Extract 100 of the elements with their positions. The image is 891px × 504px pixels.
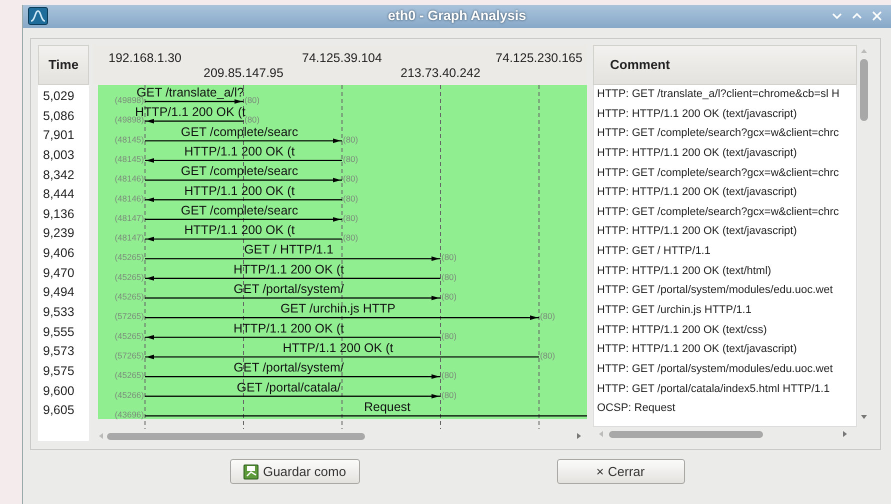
- scroll-right-icon[interactable]: [575, 432, 583, 440]
- message-label: GET /portal/system/: [234, 282, 344, 296]
- save-as-button[interactable]: Guardar como: [230, 459, 360, 484]
- time-value: 9,406: [43, 246, 74, 260]
- time-value: 9,533: [43, 305, 74, 320]
- time-value: 9,605: [43, 403, 74, 418]
- port-label: (48145): [114, 154, 144, 164]
- comment-text: OCSP: Request: [597, 402, 676, 414]
- message-label: HTTP/1.1 200 OK (t: [184, 223, 295, 238]
- message-label: GET / HTTP/1.1: [244, 242, 334, 257]
- time-value: 9,239: [43, 226, 74, 240]
- column-header[interactable]: Comment: [593, 45, 857, 85]
- port-label: (80): [244, 95, 260, 105]
- comment-text: HTTP: HTTP/1.1 200 OK (text/javascript): [597, 225, 797, 238]
- message-label: GET /complete/searc: [180, 203, 298, 218]
- scrollbar-thumb[interactable]: [107, 433, 365, 440]
- close-button[interactable]: × Cerrar: [556, 459, 684, 484]
- port-label: (80): [442, 252, 457, 262]
- port-label: (45265): [114, 252, 144, 262]
- message-label: GET /complete/searc: [180, 124, 298, 139]
- time-value: 9,573: [43, 344, 74, 358]
- port-label: (45265): [114, 272, 144, 282]
- port-label: (48145): [114, 134, 144, 144]
- column-header[interactable]: Time: [38, 45, 89, 85]
- time-value: 9,575: [43, 364, 74, 378]
- port-label: (80): [442, 330, 457, 341]
- message-label: Request: [364, 400, 411, 414]
- port-label: (80): [244, 114, 260, 125]
- time-value: 8,003: [43, 148, 74, 162]
- message-label: HTTP/1.1 200 OK (t: [234, 262, 344, 276]
- node-address: 192.168.1.30: [108, 51, 182, 65]
- node-address: 209.85.147.95: [204, 66, 284, 80]
- comment-text: HTTP: HTTP/1.1 200 OK (text/javascript): [597, 343, 797, 356]
- scroll-up-icon[interactable]: [860, 47, 868, 55]
- port-label: (48146): [114, 193, 144, 204]
- scroll-left-icon[interactable]: [597, 430, 605, 438]
- port-label: (80): [442, 390, 457, 400]
- comment-text: HTTP: HTTP/1.1 200 OK (text/html): [597, 264, 772, 277]
- comment-text: HTTP: GET / HTTP/1.1: [597, 245, 710, 258]
- scrollbar-thumb[interactable]: [860, 59, 868, 121]
- message-label: GET /urchin.js HTTP: [280, 302, 396, 316]
- window-title: eth0 - Graph Analysis: [388, 7, 526, 26]
- comment-text: HTTP: HTTP/1.1 200 OK (text/javascript): [597, 146, 797, 159]
- scroll-down-icon[interactable]: [860, 413, 868, 421]
- port-label: (45265): [114, 370, 144, 380]
- comment-text: HTTP: GET /complete/search?gcx=w&client=chrc: [597, 166, 839, 179]
- time-value: 9,470: [43, 266, 74, 280]
- scrollbar-thumb[interactable]: [609, 431, 763, 438]
- port-label: (80): [343, 232, 358, 243]
- comment-text: HTTP: GET /complete/search?gcx=w&client=chrc: [597, 127, 839, 140]
- port-label: (43696): [114, 409, 144, 420]
- time-value: 7,901: [43, 128, 74, 142]
- comment-text: HTTP: GET /translate_a/l?client=chrome&cb=sl H: [597, 88, 840, 100]
- time-value: 5,086: [43, 108, 74, 123]
- time-value: 9,494: [43, 285, 74, 300]
- app-icon: [28, 7, 48, 25]
- time-value: 9,555: [43, 324, 74, 339]
- message-label: GET /complete/searc: [180, 164, 298, 178]
- port-label: (49898): [114, 95, 144, 105]
- message-label: HTTP/1.1 200 OK (t: [184, 144, 295, 158]
- message-label: HTTP/1.1 200 OK (t: [184, 184, 295, 198]
- port-label: (45265): [114, 292, 144, 302]
- port-label: (45266): [114, 390, 144, 400]
- save-icon: [242, 464, 259, 480]
- time-value: 9,600: [43, 384, 74, 398]
- time-value: 9,136: [43, 206, 74, 221]
- time-value: 5,029: [43, 89, 74, 103]
- port-label: (45265): [114, 330, 144, 341]
- scroll-left-icon[interactable]: [97, 432, 105, 440]
- port-label: (48146): [114, 174, 144, 184]
- port-label: (80): [540, 311, 556, 322]
- comment-text: HTTP: GET /portal/catala/index5.html HTTP/1.1: [597, 382, 830, 395]
- node-address: 213.73.40.242: [400, 66, 480, 80]
- port-label: (48147): [114, 212, 144, 223]
- port-label: (80): [343, 174, 358, 184]
- port-label: (48147): [114, 232, 144, 243]
- message-label: HTTP/1.1 200 OK (t: [234, 321, 344, 336]
- port-label: (80): [343, 193, 358, 204]
- message-label: GET /portal/system/: [234, 360, 344, 375]
- close-icon[interactable]: [871, 10, 883, 22]
- comment-text: HTTP: GET /complete/search?gcx=w&client=chrc: [597, 206, 839, 218]
- scroll-right-icon[interactable]: [841, 430, 849, 438]
- comment-text: HTTP: HTTP/1.1 200 OK (text/javascript): [597, 108, 797, 120]
- comment-text: HTTP: GET /urchin.js HTTP/1.1: [597, 304, 752, 316]
- message-label: HTTP/1.1 200 OK (t: [282, 340, 394, 355]
- port-label: (80): [540, 350, 556, 360]
- port-label: (80): [442, 272, 457, 282]
- time-value: 8,444: [43, 187, 74, 202]
- message-label: GET /portal/catala/: [236, 380, 341, 394]
- node-address: 74.125.39.104: [302, 51, 382, 65]
- comment-text: HTTP: GET /portal/system/modules/edu.uoc.wet: [597, 362, 833, 375]
- port-label: (57265): [114, 311, 144, 322]
- node-address: 74.125.230.165: [496, 51, 582, 65]
- time-value: 8,342: [43, 168, 74, 182]
- port-label: (80): [343, 134, 358, 144]
- port-label: (80): [343, 154, 358, 164]
- comment-text: HTTP: HTTP/1.1 200 OK (text/css): [597, 324, 767, 336]
- port-label: (80): [442, 370, 457, 380]
- comment-text: HTTP: GET /portal/system/modules/edu.uoc.wet: [597, 284, 833, 296]
- port-label: (57265): [114, 350, 144, 360]
